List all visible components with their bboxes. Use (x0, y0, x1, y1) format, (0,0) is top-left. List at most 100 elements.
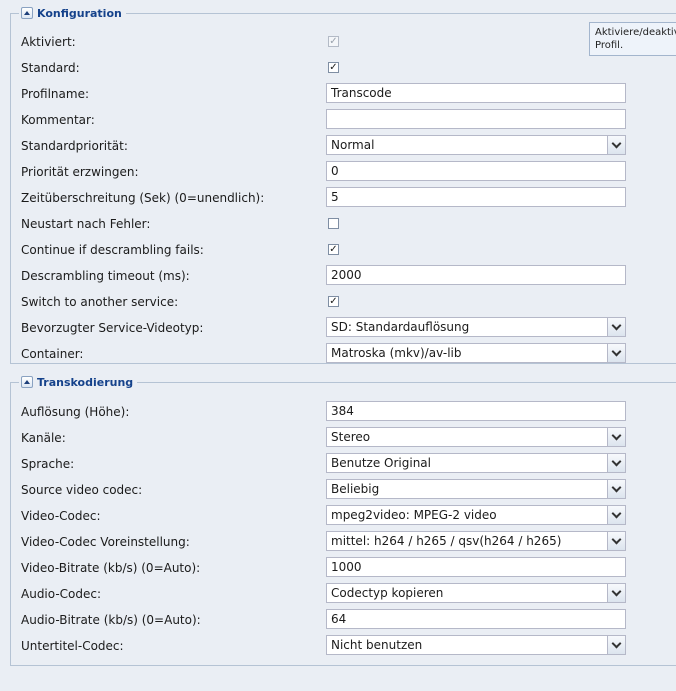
form-row: Video-Codec Voreinstellung: mittel: h264 … (11, 529, 676, 555)
dropdown-arrow-icon[interactable] (607, 136, 625, 154)
form-row: Video-Bitrate (kb/s) (0=Auto): 1000 (11, 555, 676, 581)
konfiguration-section: Konfiguration Aktiviert: ✓ Standard: ✓ Profi… (10, 5, 676, 367)
dropdown-arrow-icon[interactable] (607, 454, 625, 472)
field-label: Untertitel-Codec: (21, 639, 124, 653)
select-value: Normal (331, 138, 375, 152)
select-value: Stereo (331, 430, 371, 444)
transkodierung-section: Transkodierung Auflösung (Höhe): 384 Kanäl… (10, 374, 676, 666)
field-label: Sprache: (21, 457, 75, 471)
field-label: Zeitüberschreitung (Sek) (0=unendlich): (21, 191, 265, 205)
priorität-erzwingen-input[interactable]: 0 (326, 161, 626, 181)
form-row: Profilname: Transcode (11, 81, 676, 107)
collapse-icon[interactable] (21, 7, 33, 19)
field-label: Video-Bitrate (kb/s) (0=Auto): (21, 561, 201, 575)
descrambling-timeout-input[interactable]: 2000 (326, 265, 626, 285)
dropdown-arrow-icon[interactable] (607, 480, 625, 498)
standard-checkbox[interactable]: ✓ (328, 62, 339, 73)
form-row: Zeitüberschreitung (Sek) (0=unendlich): 5 (11, 185, 676, 211)
untertitel-codec-select[interactable]: Nicht benutzen (326, 635, 626, 655)
transkodierung-legend[interactable]: Transkodierung (19, 374, 138, 390)
field-label: Kommentar: (21, 113, 95, 127)
checkmark-icon: ✓ (329, 36, 338, 47)
container-select[interactable]: Matroska (mkv)/av-lib (326, 343, 626, 363)
neustart-nach-fehler-checkbox[interactable] (328, 218, 339, 229)
source-video-codec-select[interactable]: Beliebig (326, 479, 626, 499)
dropdown-arrow-icon[interactable] (607, 636, 625, 654)
aktiviert-checkbox: ✓ (328, 36, 339, 47)
form-row: Container: Matroska (mkv)/av-lib (11, 341, 676, 367)
dropdown-arrow-icon[interactable] (607, 428, 625, 446)
zeitüberschreitung-input[interactable]: 5 (326, 187, 626, 207)
field-label: Bevorzugter Service-Videotyp: (21, 321, 204, 335)
form-row: Audio-Codec: Codectyp kopieren (11, 581, 676, 607)
select-value: Nicht benutzen (331, 638, 423, 652)
select-value: Benutze Original (331, 456, 431, 470)
checkmark-icon: ✓ (329, 244, 338, 255)
form-row: Standard: ✓ (11, 55, 676, 81)
kommentar-input[interactable] (326, 109, 626, 129)
dropdown-arrow-icon[interactable] (607, 584, 625, 602)
field-label: Standardpriorität: (21, 139, 128, 153)
field-label: Descrambling timeout (ms): (21, 269, 190, 283)
field-label: Source video codec: (21, 483, 143, 497)
select-value: mittel: h264 / h265 / qsv(h264 / h265) (331, 534, 562, 548)
field-label: Switch to another service: (21, 295, 179, 309)
field-label: Container: (21, 347, 84, 361)
select-value: Beliebig (331, 482, 380, 496)
field-label: Kanäle: (21, 431, 66, 445)
select-value: SD: Standardauflösung (331, 320, 470, 334)
checkmark-icon: ✓ (329, 296, 338, 307)
dropdown-arrow-icon[interactable] (607, 318, 625, 336)
dropdown-arrow-icon[interactable] (607, 344, 625, 362)
field-label: Priorität erzwingen: (21, 165, 139, 179)
field-label: Aktiviert: (21, 35, 76, 49)
konfiguration-legend[interactable]: Konfiguration (19, 5, 126, 21)
checkmark-icon: ✓ (329, 62, 338, 73)
field-label: Audio-Codec: (21, 587, 102, 601)
profilname-input[interactable]: Transcode (326, 83, 626, 103)
field-label: Audio-Bitrate (kb/s) (0=Auto): (21, 613, 201, 627)
field-label: Standard: (21, 61, 80, 75)
field-label: Video-Codec: (21, 509, 101, 523)
form-row: Source video codec: Beliebig (11, 477, 676, 503)
form-row: Aktiviert: ✓ (11, 29, 676, 55)
form-row: Kommentar: (11, 107, 676, 133)
field-label: Profilname: (21, 87, 90, 101)
section-title: Konfiguration (37, 6, 122, 20)
form-row: Video-Codec: mpeg2video: MPEG-2 video (11, 503, 676, 529)
continue-if-descrambling-fails-checkbox[interactable]: ✓ (328, 244, 339, 255)
select-value: Matroska (mkv)/av-lib (331, 346, 462, 360)
form-row: Auflösung (Höhe): 384 (11, 399, 676, 425)
section-title: Transkodierung (37, 375, 134, 389)
video-codec-select[interactable]: mpeg2video: MPEG-2 video (326, 505, 626, 525)
dropdown-arrow-icon[interactable] (607, 532, 625, 550)
tooltip: Aktiviere/deaktiviere Profil. (589, 22, 676, 56)
form-row: Bevorzugter Service-Videotyp: SD: Standar… (11, 315, 676, 341)
audio-codec-select[interactable]: Codectyp kopieren (326, 583, 626, 603)
select-value: Codectyp kopieren (331, 586, 444, 600)
form-row: Audio-Bitrate (kb/s) (0=Auto): 64 (11, 607, 676, 633)
sprache-select[interactable]: Benutze Original (326, 453, 626, 473)
collapse-icon[interactable] (21, 376, 33, 388)
form-row: Sprache: Benutze Original (11, 451, 676, 477)
audio-bitrate-input[interactable]: 64 (326, 609, 626, 629)
select-value: mpeg2video: MPEG-2 video (331, 508, 497, 522)
dropdown-arrow-icon[interactable] (607, 506, 625, 524)
field-label: Continue if descrambling fails: (21, 243, 204, 257)
video-bitrate-input[interactable]: 1000 (326, 557, 626, 577)
switch-to-another-service-checkbox[interactable]: ✓ (328, 296, 339, 307)
auflösung-input[interactable]: 384 (326, 401, 626, 421)
field-label: Auflösung (Höhe): (21, 405, 130, 419)
video-codec-voreinstellung-select[interactable]: mittel: h264 / h265 / qsv(h264 / h265) (326, 531, 626, 551)
form-row: Standardpriorität: Normal (11, 133, 676, 159)
form-row: Untertitel-Codec: Nicht benutzen (11, 633, 676, 659)
form-row: Switch to another service: ✓ (11, 289, 676, 315)
standardpriorität-select[interactable]: Normal (326, 135, 626, 155)
form-row: Neustart nach Fehler: (11, 211, 676, 237)
field-label: Video-Codec Voreinstellung: (21, 535, 190, 549)
field-label: Neustart nach Fehler: (21, 217, 151, 231)
form-row: Kanäle: Stereo (11, 425, 676, 451)
kanäle-select[interactable]: Stereo (326, 427, 626, 447)
bevorzugter-service-videotyp-select[interactable]: SD: Standardauflösung (326, 317, 626, 337)
form-row: Descrambling timeout (ms): 2000 (11, 263, 676, 289)
